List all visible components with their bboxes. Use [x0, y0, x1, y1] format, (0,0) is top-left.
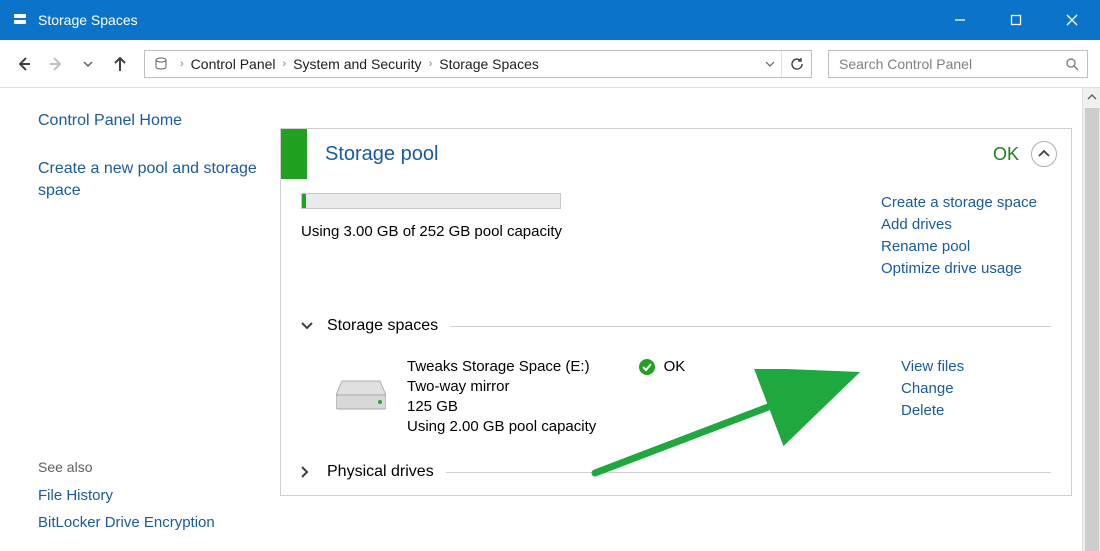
change-space-link[interactable]: Change — [901, 379, 1051, 399]
view-files-link[interactable]: View files — [901, 357, 1051, 377]
space-usage: Using 2.00 GB pool capacity — [407, 417, 881, 437]
content-area: Control Panel Home Create a new pool and… — [0, 88, 1100, 551]
refresh-button[interactable] — [781, 51, 811, 77]
nav-up-button[interactable] — [108, 52, 132, 76]
breadcrumb-item[interactable]: Storage Spaces — [435, 56, 543, 72]
storage-pool-panel: Storage pool OK Using 3.00 GB of 252 GB … — [280, 128, 1072, 496]
chevron-down-icon — [301, 322, 317, 330]
pool-usage-fill — [302, 194, 306, 208]
scroll-up-arrow-icon[interactable] — [1083, 88, 1100, 106]
chevron-right-icon — [301, 466, 317, 478]
delete-space-link[interactable]: Delete — [901, 401, 1051, 421]
pool-status-text: OK — [993, 144, 1019, 165]
nav-recent-dropdown[interactable] — [76, 52, 100, 76]
storage-spaces-label: Storage spaces — [327, 317, 438, 335]
pool-usage-text: Using 3.00 GB of 252 GB pool capacity — [301, 223, 881, 240]
breadcrumb-sep-icon: › — [280, 58, 290, 70]
pool-usage-bar — [301, 193, 561, 209]
minimize-button[interactable] — [932, 0, 988, 40]
address-bar[interactable]: › Control Panel › System and Security › … — [144, 50, 812, 78]
search-icon[interactable] — [1065, 57, 1079, 71]
physical-drives-label: Physical drives — [327, 463, 434, 481]
physical-drives-section-header[interactable]: Physical drives — [301, 463, 1051, 481]
breadcrumb-item[interactable]: System and Security — [289, 56, 425, 72]
pool-actions: Create a storage space Add drives Rename… — [881, 193, 1051, 279]
sidebar-see-also-label: See also — [38, 459, 260, 475]
nav-forward-button[interactable] — [44, 52, 68, 76]
create-space-link[interactable]: Create a storage space — [881, 193, 1051, 213]
optimize-drive-usage-link[interactable]: Optimize drive usage — [881, 259, 1051, 279]
search-box[interactable] — [828, 50, 1088, 78]
sidebar: Control Panel Home Create a new pool and… — [0, 88, 280, 551]
breadcrumb-item[interactable]: Control Panel — [187, 56, 280, 72]
space-mode: Two-way mirror — [407, 377, 881, 397]
vertical-scrollbar[interactable] — [1082, 88, 1100, 551]
nav-back-button[interactable] — [12, 52, 36, 76]
storage-spaces-section-header[interactable]: Storage spaces — [301, 317, 1051, 335]
storage-space-item: Tweaks Storage Space (E:) OK Two-way mir… — [301, 357, 1051, 437]
pool-status-stripe — [281, 129, 307, 179]
space-name: Tweaks Storage Space (E:) — [407, 357, 590, 377]
sidebar-bitlocker-link[interactable]: BitLocker Drive Encryption — [38, 514, 260, 531]
pool-title: Storage pool — [325, 143, 993, 166]
drive-stack-icon — [145, 56, 177, 72]
search-input[interactable] — [837, 55, 1065, 73]
window-title: Storage Spaces — [38, 12, 932, 28]
address-history-dropdown[interactable] — [759, 61, 781, 67]
titlebar: Storage Spaces — [0, 0, 1100, 40]
space-status-text: OK — [664, 357, 686, 377]
space-actions: View files Change Delete — [881, 357, 1051, 437]
close-button[interactable] — [1044, 0, 1100, 40]
navbar: › Control Panel › System and Security › … — [0, 40, 1100, 88]
breadcrumb-sep-icon: › — [177, 58, 187, 70]
status-ok-icon — [638, 358, 656, 376]
section-divider — [450, 326, 1051, 327]
sidebar-file-history-link[interactable]: File History — [38, 487, 260, 504]
space-size: 125 GB — [407, 397, 881, 417]
panel-body: Using 3.00 GB of 252 GB pool capacity Cr… — [281, 179, 1071, 495]
section-divider — [446, 472, 1051, 473]
sidebar-home-link[interactable]: Control Panel Home — [38, 112, 260, 130]
storage-spaces-icon — [12, 12, 28, 28]
collapse-pool-button[interactable] — [1031, 141, 1057, 167]
breadcrumb-sep-icon: › — [426, 58, 436, 70]
drive-icon — [331, 379, 391, 437]
add-drives-link[interactable]: Add drives — [881, 215, 1051, 235]
panel-header: Storage pool OK — [281, 129, 1071, 179]
main: Storage pool OK Using 3.00 GB of 252 GB … — [280, 88, 1100, 551]
maximize-button[interactable] — [988, 0, 1044, 40]
scrollbar-thumb[interactable] — [1085, 108, 1099, 551]
rename-pool-link[interactable]: Rename pool — [881, 237, 1051, 257]
sidebar-create-pool-link[interactable]: Create a new pool and storage space — [38, 158, 260, 202]
